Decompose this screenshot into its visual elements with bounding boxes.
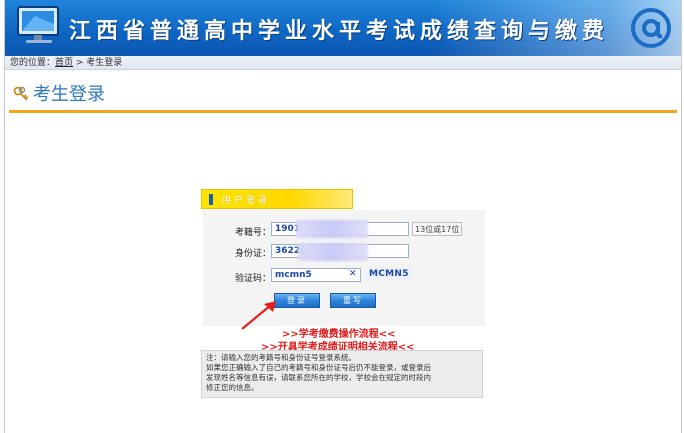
redaction-blur — [298, 243, 368, 261]
login-button[interactable]: 登录 — [274, 293, 320, 308]
notice-line: 注：请输入您的考籍号和身份证号登录系统。 — [206, 353, 356, 362]
monitor-icon — [17, 6, 59, 43]
notice-box: 注：请输入您的考籍号和身份证号登录系统。 如果您正确输入了自己的考籍号和身份证号… — [201, 350, 483, 398]
breadcrumb-current: 考生登录 — [86, 58, 123, 68]
reset-button[interactable]: 重写 — [330, 293, 376, 308]
exam-no-hint: 13位或17位 — [412, 222, 463, 236]
captcha-label: 验证码： — [235, 274, 272, 284]
id-label: 身份证： — [235, 249, 272, 259]
breadcrumb: 您的位置：首页 > 考生登录 — [5, 56, 681, 70]
redaction-blur — [296, 220, 368, 238]
notice-line: 如果您正确输入了自己的考籍号和身份证号后仍不能登录，或登录后 — [206, 363, 431, 372]
breadcrumb-prefix: 您的位置： — [10, 58, 56, 68]
captcha-input[interactable]: mcmn5 — [271, 268, 361, 282]
login-panel-header: 用户登录 — [201, 189, 353, 209]
header-banner: 江西省普通高中学业水平考试成绩查询与缴费 — [5, 0, 681, 56]
notice-line: 发现姓名等信息有误，请联系您所在的学校，学校会在规定的时段内 — [206, 373, 431, 382]
clear-captcha-icon[interactable]: ✕ — [349, 269, 357, 279]
breadcrumb-home-link[interactable]: 首页 — [55, 58, 73, 68]
login-panel-title: 用户登录 — [222, 196, 271, 206]
at-sign-icon — [631, 8, 671, 48]
header-marker — [209, 194, 213, 205]
page-title: 考生登录 — [33, 84, 105, 105]
banner-title: 江西省普通高中学业水平考试成绩查询与缴费 — [69, 18, 610, 44]
captcha-image[interactable]: MCMN5 — [366, 268, 412, 281]
breadcrumb-separator: > — [73, 58, 87, 68]
keys-icon — [13, 86, 29, 101]
title-divider — [9, 110, 677, 113]
notice-line: 修正您的信息。 — [206, 383, 259, 392]
red-arrow-icon — [241, 301, 276, 330]
exam-no-label: 考籍号： — [235, 228, 272, 238]
